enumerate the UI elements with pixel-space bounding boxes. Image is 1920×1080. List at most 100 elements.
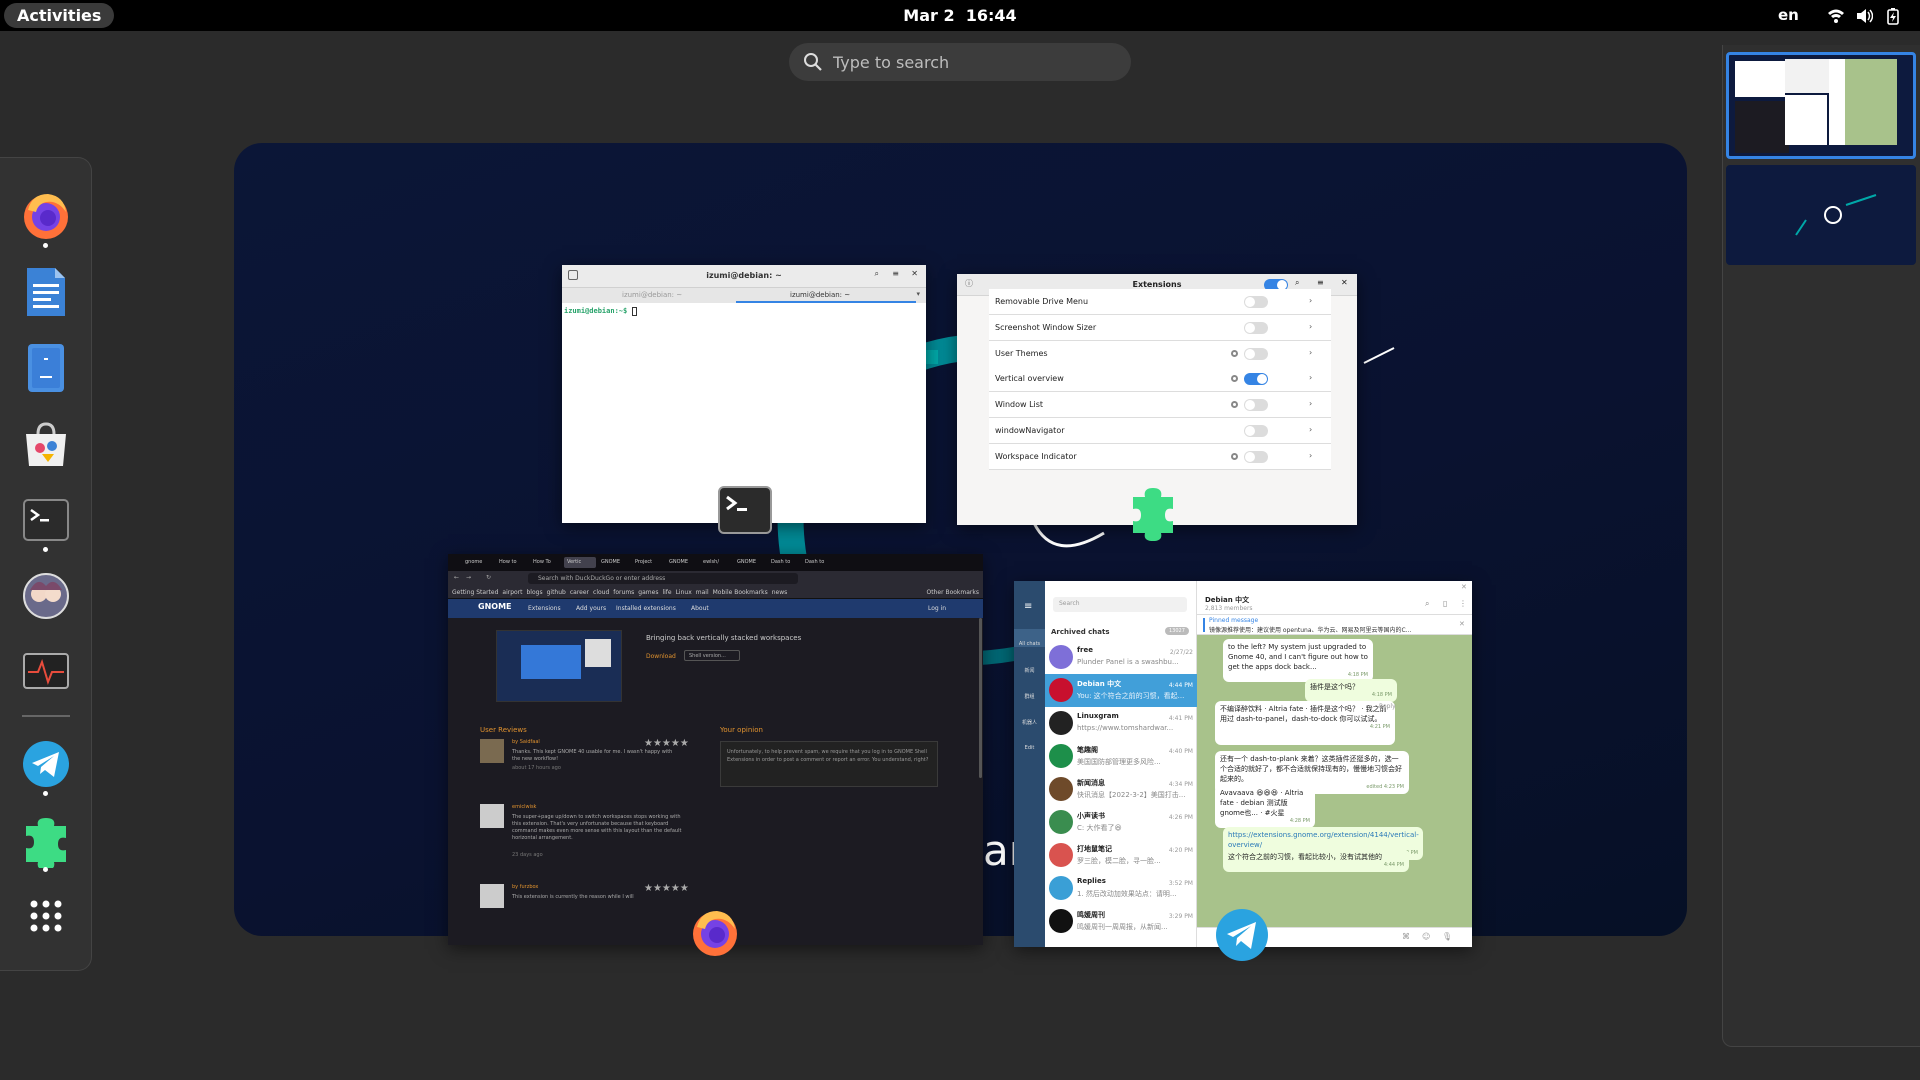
telegram-window[interactable]: ≡ All chats 新闻群组机器人 Edit Search Archived c… (1014, 581, 1472, 947)
url-bar[interactable]: Search with DuckDuckGo or enter address (528, 573, 798, 584)
folder-item[interactable]: All chats (1014, 629, 1045, 647)
other-bookmarks[interactable]: Other Bookmarks (927, 586, 979, 598)
bookmark-item[interactable]: games (638, 589, 658, 596)
browser-tab[interactable]: Dash to (802, 557, 834, 568)
tab-1[interactable]: izumi@debian: ~ (622, 291, 682, 299)
telegram-search[interactable]: Search (1053, 597, 1187, 612)
browser-tab[interactable]: Vertic (564, 557, 596, 568)
workspace-thumbnail-2[interactable] (1726, 165, 1916, 265)
folder-item[interactable]: 群组 (1014, 681, 1045, 700)
bookmark-item[interactable]: mail (696, 589, 709, 596)
emoji-icon[interactable]: ☺ (1422, 932, 1430, 941)
browser-tab[interactable]: GNOME (734, 557, 766, 568)
telegram-icon[interactable] (18, 736, 74, 792)
chevron-right-icon[interactable]: › (1309, 451, 1312, 460)
activities-button[interactable]: Activities (4, 3, 115, 28)
login-link[interactable]: Log in (928, 605, 946, 612)
search-box[interactable] (789, 43, 1131, 81)
browser-tab[interactable]: GNOME (666, 557, 698, 568)
volume-icon[interactable] (1855, 7, 1873, 25)
writer-icon[interactable] (18, 264, 74, 320)
search-icon[interactable]: ⌕ (1295, 278, 1299, 288)
chat-row[interactable]: free Plunder Panel is a swashbu... 2/27/22 (1045, 641, 1197, 674)
close-icon[interactable]: ✕ (911, 269, 918, 278)
tab-2[interactable]: izumi@debian: ~ (790, 291, 850, 299)
menu-icon[interactable]: ≡ (1024, 601, 1032, 612)
extension-toggle[interactable] (1244, 425, 1268, 437)
system-monitor-icon[interactable] (18, 644, 74, 700)
bookmark-item[interactable]: cloud (593, 589, 609, 596)
shell-version-select[interactable]: Shell version... (684, 650, 740, 661)
commands-icon[interactable]: ⌘ (1402, 932, 1410, 941)
review-author[interactable]: by Saidfaal (512, 739, 540, 745)
files-icon[interactable] (18, 340, 74, 396)
chat-row[interactable]: Replies 1. 然后改动加效果站点：请明... 3:52 PM (1045, 872, 1197, 905)
chevron-right-icon[interactable]: › (1309, 296, 1312, 305)
archived-chats[interactable]: Archived chats (1051, 628, 1110, 636)
extension-toggle[interactable] (1244, 450, 1268, 463)
bookmark-item[interactable]: Mobile Bookmarks (713, 589, 768, 596)
review-author[interactable]: emiclwisk (512, 804, 536, 810)
bookmark-item[interactable]: career (570, 589, 589, 596)
extension-toggle[interactable] (1244, 347, 1268, 360)
language-indicator[interactable]: en (1778, 0, 1799, 31)
search-icon[interactable]: ⌕ (875, 269, 879, 279)
gnome-logo[interactable]: GNOME (478, 602, 512, 611)
show-apps-icon[interactable] (18, 888, 74, 944)
search-icon[interactable]: ⌕ (1425, 599, 1429, 609)
chevron-right-icon[interactable]: › (1309, 399, 1312, 408)
gear-icon[interactable] (1231, 375, 1238, 383)
chevron-down-icon[interactable]: ▾ (916, 290, 920, 298)
chat-row[interactable]: 小声读书 C: 大作看了😆 4:26 PM (1045, 806, 1197, 839)
chat-row[interactable]: 笔趣阁 美国国防部管理更多风险... 4:40 PM (1045, 740, 1197, 773)
pinned-bar[interactable]: Pinned message 镜像源推荐使用：建议使用 opentuna、华为云… (1197, 615, 1472, 635)
gear-icon[interactable] (1231, 401, 1238, 409)
browser-tab[interactable]: GNOME (598, 557, 630, 568)
close-icon[interactable]: ✕ (1341, 278, 1348, 287)
folder-item[interactable]: 新闻 (1014, 655, 1045, 674)
bookmark-item[interactable]: life (662, 589, 671, 596)
browser-tab[interactable]: ewlsh/ (700, 557, 732, 568)
folder-item[interactable]: 机器人 (1014, 707, 1045, 726)
browser-tab[interactable]: Dash to (768, 557, 800, 568)
chat-row[interactable]: 鸣媛周刊 鸣媛周刊一周周报，从新闻... 3:29 PM (1045, 905, 1197, 938)
search-input[interactable] (831, 43, 1121, 81)
chevron-right-icon[interactable]: › (1309, 348, 1312, 357)
chat-row[interactable]: Linuxgram https://www.tomshardwar... 4:41 … (1045, 707, 1197, 740)
extensions-icon[interactable] (18, 812, 74, 868)
close-icon[interactable]: ✕ (1461, 583, 1467, 591)
folder-item[interactable]: Edit (1014, 733, 1045, 751)
extension-toggle[interactable] (1244, 399, 1268, 412)
software-icon[interactable] (18, 416, 74, 472)
extension-toggle[interactable] (1244, 373, 1268, 386)
terminal-icon[interactable] (18, 492, 74, 548)
site-nav-link[interactable]: Add yours (576, 605, 606, 612)
battery-icon[interactable] (1884, 7, 1902, 25)
browser-tab[interactable]: gnome (462, 557, 494, 568)
scrollbar[interactable] (979, 618, 982, 778)
extension-screenshot[interactable] (496, 630, 622, 702)
review-author[interactable]: by furzbox (512, 884, 538, 890)
chat-row[interactable]: 打地鼠笔记 罗三脸，模二脸，寻一脸... 4:20 PM (1045, 839, 1197, 872)
bookmark-item[interactable]: airport (502, 589, 522, 596)
firefox-window[interactable]: gnome How to How To Vertic GNOME Project GNOME… (448, 554, 983, 945)
chevron-right-icon[interactable]: › (1309, 373, 1312, 382)
close-icon[interactable]: ✕ (1459, 620, 1465, 628)
workspace-thumbnail-1[interactable] (1726, 52, 1916, 159)
browser-tab[interactable]: Project (632, 557, 664, 568)
extension-toggle[interactable] (1244, 321, 1268, 334)
bookmark-item[interactable]: blogs (527, 589, 543, 596)
bookmark-item[interactable]: forums (613, 589, 634, 596)
firefox-icon[interactable] (18, 188, 74, 244)
clock-button[interactable]: Mar 2 16:44 (903, 6, 1016, 25)
reload-icon[interactable]: ↻ (486, 574, 491, 581)
menu-icon[interactable]: ≡ (892, 269, 899, 278)
reply-link[interactable]: Reply (1379, 703, 1396, 710)
chevron-right-icon[interactable]: › (1309, 425, 1312, 434)
gear-icon[interactable] (1231, 349, 1238, 357)
avatar-app-icon[interactable] (18, 568, 74, 624)
bookmark-item[interactable]: Getting Started (452, 589, 498, 596)
menu-icon[interactable]: ≡ (1317, 278, 1324, 287)
chat-row[interactable]: 新闻消息 快讯消息【2022-3-2】美国打击... 4:34 PM (1045, 773, 1197, 806)
site-nav-link[interactable]: About (691, 605, 709, 612)
